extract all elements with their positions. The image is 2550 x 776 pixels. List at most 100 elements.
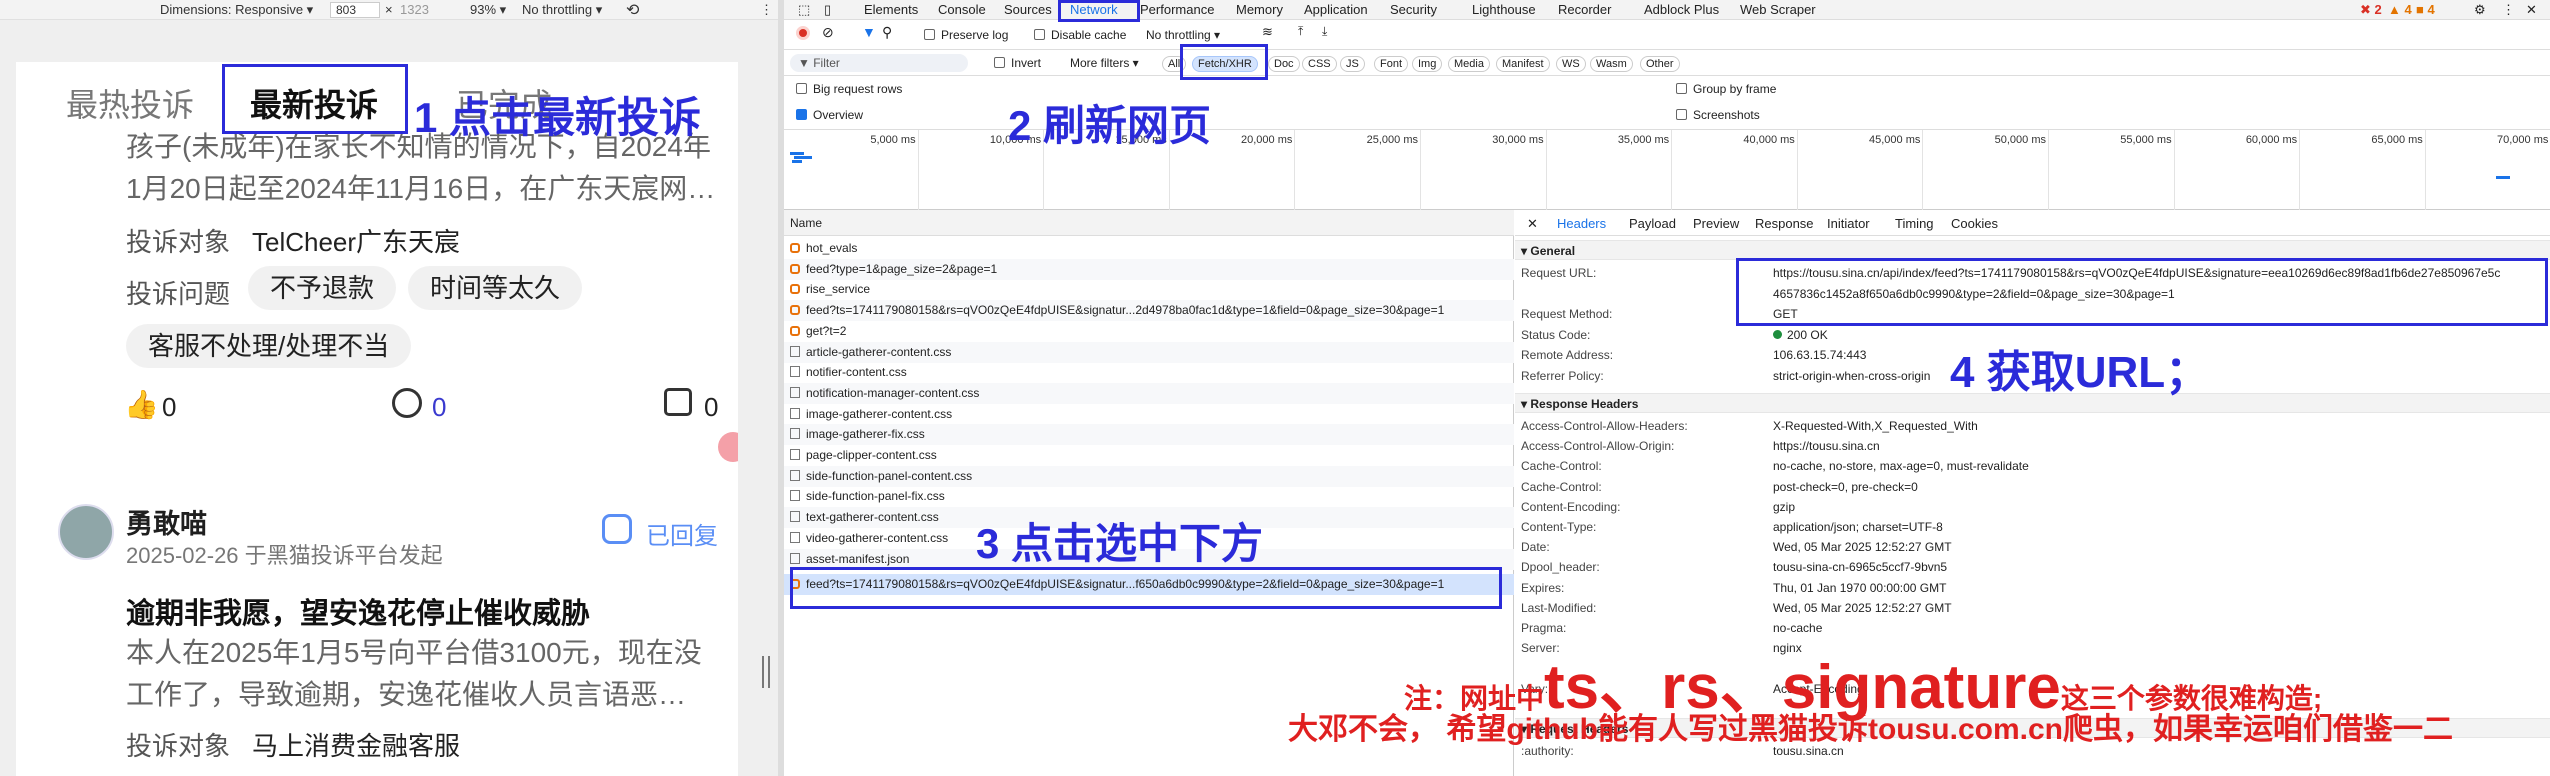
post2-body[interactable]: 本人在2025年1月5号向平台借3100元，现在没 工作了，导致逾期，安逸花催收… <box>126 632 702 716</box>
search-icon[interactable]: ⚲ <box>882 24 892 41</box>
height-input[interactable]: 1323 <box>400 2 429 17</box>
invert-checkbox[interactable]: Invert <box>994 56 1041 70</box>
filter-icon[interactable]: ▼ <box>862 24 876 40</box>
type-other[interactable]: Other <box>1640 56 1680 72</box>
issue-tag[interactable]: 时间等太久 <box>408 266 583 310</box>
wifi-icon[interactable]: ≋ <box>1262 24 1273 40</box>
post2-title[interactable]: 逾期非我愿，望安逸花停止催收威胁 <box>126 590 590 632</box>
timeline-request-bar <box>2496 176 2510 179</box>
more-icon[interactable]: ⋮ <box>760 2 773 18</box>
kebab-icon[interactable]: ⋮ <box>2502 2 2515 18</box>
rotate-icon[interactable]: ⟲ <box>626 0 639 20</box>
request-row[interactable]: page-clipper-content.css <box>784 445 1514 466</box>
overview-checkbox[interactable]: Overview <box>796 108 863 122</box>
request-name: image-gatherer-content.css <box>806 406 953 421</box>
record-icon[interactable] <box>796 26 810 40</box>
floating-translate-icon[interactable] <box>718 432 738 462</box>
inspect-icon[interactable]: ⬚ <box>798 2 810 18</box>
response-header-key: Dpool_header: <box>1521 560 1600 575</box>
tab-elements[interactable]: Elements <box>864 2 918 17</box>
filter-input[interactable]: ▼ Filter <box>790 54 968 72</box>
timeline-tick-label: 20,000 ms <box>1241 134 1293 146</box>
warning-badge[interactable]: ▲ 4 <box>2388 2 2412 17</box>
request-row[interactable]: side-function-panel-content.css <box>784 465 1514 487</box>
request-row[interactable]: image-gatherer-fix.css <box>784 424 1514 446</box>
issue-tag[interactable]: 不予退款 <box>248 266 397 310</box>
group-by-frame-checkbox[interactable]: Group by frame <box>1676 82 1776 96</box>
tab-security[interactable]: Security <box>1390 2 1437 17</box>
general-section[interactable]: ▾ General <box>1515 240 2550 260</box>
clear-icon[interactable]: ⊘ <box>822 24 834 41</box>
screenshots-checkbox[interactable]: Screenshots <box>1676 108 1760 122</box>
timeline-tick-label: 35,000 ms <box>1617 134 1670 146</box>
close-icon[interactable]: ✕ <box>2526 2 2537 18</box>
comment-icon[interactable] <box>392 388 422 418</box>
request-row[interactable]: notifier-content.css <box>784 362 1514 383</box>
tab-cookies[interactable]: Cookies <box>1951 216 1998 231</box>
request-row[interactable]: feed?type=1&page_size=2&page=1 <box>784 258 1514 280</box>
dimensions-dropdown[interactable]: Dimensions: Responsive ▾ <box>160 2 313 18</box>
type-js[interactable]: JS <box>1340 56 1365 72</box>
tab-application[interactable]: Application <box>1304 2 1368 17</box>
tab-webscraper[interactable]: Web Scraper <box>1740 2 1816 17</box>
tab-timing[interactable]: Timing <box>1895 216 1934 231</box>
tab-lighthouse[interactable]: Lighthouse <box>1472 2 1536 17</box>
throttling-select[interactable]: No throttling ▾ <box>1146 28 1220 42</box>
tab-headers[interactable]: Headers <box>1557 216 1606 231</box>
type-doc[interactable]: Doc <box>1268 56 1300 72</box>
width-input[interactable]: 803 <box>330 2 380 18</box>
type-ws[interactable]: WS <box>1556 56 1586 72</box>
share-icon[interactable] <box>664 388 692 416</box>
throttling-dropdown[interactable]: No throttling ▾ <box>522 2 602 18</box>
request-row[interactable]: feed?ts=1741179080158&rs=qVO0zQeE4fdpUIS… <box>784 300 1514 322</box>
download-icon[interactable]: ⤓ <box>1322 24 1327 39</box>
info-badge[interactable]: ■ 4 <box>2416 2 2435 17</box>
tab-initiator[interactable]: Initiator <box>1827 216 1870 231</box>
tab-payload[interactable]: Payload <box>1629 216 1676 231</box>
tab-hot[interactable]: 最热投诉 <box>66 80 194 126</box>
avatar[interactable] <box>58 504 114 560</box>
request-name: rise_service <box>806 282 871 297</box>
post1-target-label: 投诉对象 <box>126 227 231 257</box>
request-row[interactable]: article-gatherer-content.css <box>784 341 1514 363</box>
response-header-key: Cache-Control: <box>1521 459 1602 474</box>
post2-author[interactable]: 勇敢喵 <box>126 502 207 541</box>
tab-response[interactable]: Response <box>1755 216 1814 231</box>
error-badge[interactable]: ✖ 2 <box>2360 2 2382 18</box>
request-row[interactable]: side-function-panel-fix.css <box>784 486 1514 507</box>
name-column-header[interactable]: Name <box>784 210 1514 236</box>
type-wasm[interactable]: Wasm <box>1590 56 1633 72</box>
big-rows-checkbox[interactable]: Big request rows <box>796 82 902 96</box>
more-filters[interactable]: More filters ▾ <box>1070 56 1139 70</box>
tab-recorder[interactable]: Recorder <box>1558 2 1611 17</box>
resize-handle[interactable] <box>762 656 770 688</box>
type-manifest[interactable]: Manifest <box>1496 56 1550 72</box>
disable-cache[interactable]: Disable cache <box>1034 28 1126 42</box>
request-row[interactable]: get?t=2 <box>784 321 1514 342</box>
type-media[interactable]: Media <box>1448 56 1490 72</box>
close-details-icon[interactable]: ✕ <box>1527 216 1538 232</box>
issue-tag[interactable]: 客服不处理/处理不当 <box>126 324 412 368</box>
type-img[interactable]: Img <box>1412 56 1443 72</box>
request-row[interactable]: rise_service <box>784 279 1514 300</box>
tab-preview[interactable]: Preview <box>1693 216 1739 231</box>
request-name: get?t=2 <box>806 323 847 338</box>
upload-icon[interactable]: ⤒ <box>1298 24 1303 39</box>
type-font[interactable]: Font <box>1374 56 1409 72</box>
tab-sources[interactable]: Sources <box>1004 2 1052 17</box>
like-icon[interactable]: 👍 <box>124 388 159 421</box>
device-icon[interactable]: ▯ <box>824 2 831 18</box>
tab-adblock[interactable]: Adblock Plus <box>1644 2 1719 17</box>
request-row[interactable]: hot_evals <box>784 238 1514 259</box>
file-icon <box>790 366 800 378</box>
tab-performance[interactable]: Performance <box>1140 2 1214 17</box>
request-row[interactable]: notification-manager-content.css <box>784 382 1514 404</box>
settings-icon[interactable]: ⚙ <box>2474 2 2486 18</box>
zoom-dropdown[interactable]: 93% ▾ <box>470 2 506 18</box>
type-css[interactable]: CSS <box>1302 56 1337 72</box>
tab-console[interactable]: Console <box>938 2 986 17</box>
request-row[interactable]: image-gatherer-content.css <box>784 404 1514 425</box>
tab-memory[interactable]: Memory <box>1236 2 1283 17</box>
post2-status: 已回复 <box>646 523 718 550</box>
preserve-log[interactable]: Preserve log <box>924 28 1008 42</box>
